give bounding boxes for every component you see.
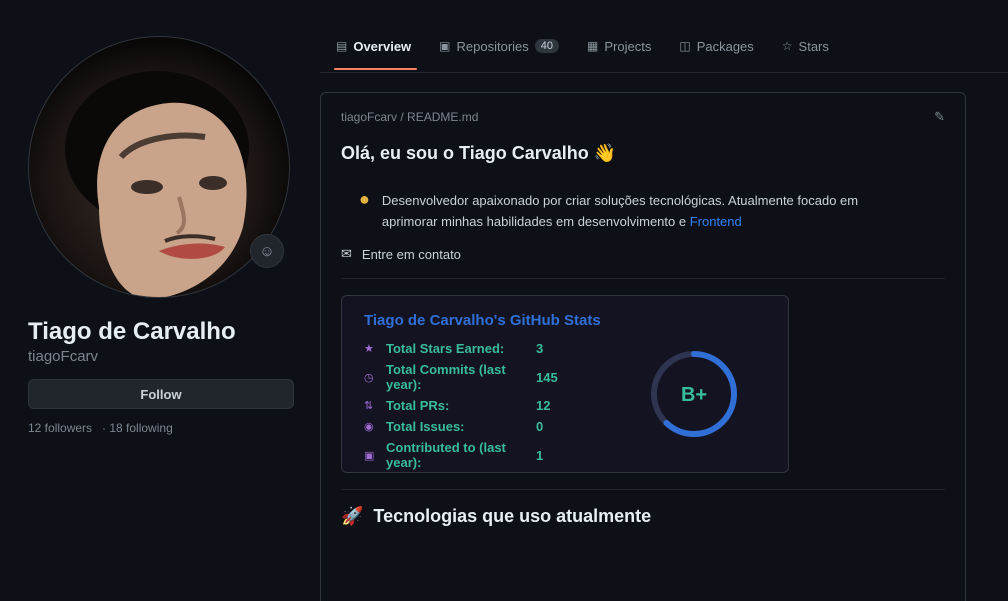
profile-login: tiagoFcarv — [28, 348, 99, 365]
tabs-divider — [320, 72, 1008, 73]
rank-circle: B+ — [651, 351, 737, 437]
profile-name: Tiago de Carvalho — [28, 318, 236, 345]
star-icon: ☆ — [781, 39, 793, 53]
avatar[interactable] — [28, 36, 290, 298]
stat-label: Total Stars Earned: — [386, 341, 505, 356]
tech-heading: 🚀 Tecnologias que uso atualmente — [341, 506, 945, 527]
profile-sidebar: ☺ Tiago de Carvalho tiagoFcarv Follow 12… — [28, 36, 298, 435]
tab-label: Stars — [798, 38, 829, 54]
stat-value: 1 — [536, 447, 544, 463]
readme-card: tiagoFcarv / README.md ✎ Olá, eu sou o T… — [320, 92, 966, 601]
stat-value: 0 — [536, 419, 544, 434]
rocket-icon: 🚀 — [341, 506, 364, 526]
contact-label[interactable]: Entre em contato — [362, 247, 461, 262]
readme-path[interactable]: tiagoFcarv / README.md — [341, 110, 478, 124]
rank-grade: B+ — [681, 384, 707, 406]
stat-value: 3 — [536, 341, 544, 356]
stat-label: Contributed to (last year): — [386, 440, 506, 470]
follow-meta: 12 followers · 18 following — [28, 421, 298, 435]
tech-title: Tecnologias que uso atualmente — [373, 506, 652, 526]
readme-divider — [341, 278, 945, 279]
mail-icon: ✉ — [341, 246, 352, 261]
tab-overview[interactable]: ▤ Overview — [333, 30, 418, 70]
lightbulb-icon: ● — [359, 189, 370, 209]
table-icon: ▦ — [587, 39, 599, 53]
status-smile-icon[interactable]: ☺ — [250, 234, 284, 268]
package-icon: ◫ — [679, 39, 691, 53]
stat-label: Total PRs: — [386, 398, 450, 413]
book-icon: ▤ — [336, 39, 348, 53]
readme-header: tiagoFcarv / README.md ✎ — [341, 109, 945, 125]
edit-pencil-icon[interactable]: ✎ — [934, 109, 945, 125]
avatar-portrait — [65, 71, 249, 297]
repo-icon: ▣ — [439, 39, 451, 53]
readme-quote: ● Desenvolvedor apaixonado por criar sol… — [359, 190, 945, 232]
followers-link[interactable]: 12 followers — [28, 421, 92, 435]
issue-icon: ◉ — [364, 421, 374, 433]
star-icon: ★ — [364, 343, 374, 355]
quote-body: Desenvolvedor apaixonado por criar soluç… — [381, 193, 859, 229]
commit-icon: ◷ — [364, 371, 374, 384]
repo-count-badge: 40 — [534, 39, 560, 53]
tab-projects[interactable]: ▦ Projects — [587, 30, 651, 62]
tab-stars[interactable]: ☆ Stars — [782, 30, 829, 62]
tab-label: Packages — [696, 38, 754, 54]
stat-label: Total Issues: — [386, 419, 465, 434]
pull-request-icon: ⇅ — [364, 400, 374, 412]
stats-title: Tiago de Carvalho's GitHub Stats — [364, 312, 601, 329]
stat-label: Total Commits (last year): — [386, 362, 506, 392]
stat-value: 145 — [536, 369, 558, 385]
quote-text: Desenvolvedor apaixonado por criar soluç… — [382, 190, 902, 232]
github-stats-card[interactable]: Tiago de Carvalho's GitHub Stats ★ Total… — [341, 295, 789, 473]
quote-link[interactable]: Frontend — [690, 214, 742, 229]
stat-row: ▣ Contributed to (last year): 1 — [364, 440, 766, 470]
contact-row: ✉ Entre em contato — [341, 246, 945, 262]
tab-label: Overview — [353, 38, 412, 54]
tab-repositories[interactable]: ▣ Repositories 40 — [439, 30, 560, 62]
stat-value: 12 — [536, 398, 551, 413]
readme-greeting: Olá, eu sou o Tiago Carvalho 👋 — [341, 143, 617, 163]
avatar-container: ☺ — [28, 36, 290, 298]
readme-divider — [341, 489, 945, 490]
follow-button[interactable]: Follow — [28, 379, 294, 409]
profile-tabs: ▤ Overview ▣ Repositories 40 ▦ Projects … — [333, 30, 829, 70]
tab-label: Repositories — [456, 38, 529, 54]
tab-packages[interactable]: ◫ Packages — [679, 30, 753, 62]
tab-label: Projects — [604, 38, 652, 54]
following-link[interactable]: · 18 following — [102, 421, 173, 435]
repo-icon: ▣ — [364, 449, 375, 462]
